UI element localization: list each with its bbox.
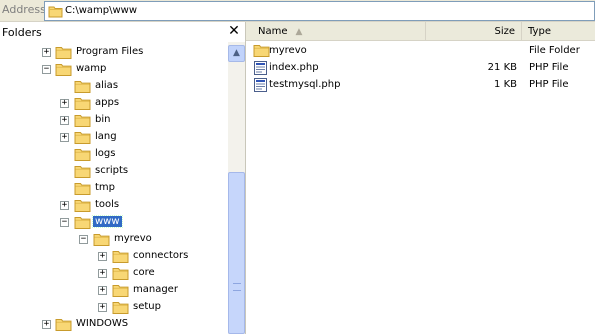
sort-ascending-icon: ▲ bbox=[295, 27, 303, 37]
expand-icon[interactable]: + bbox=[60, 201, 69, 210]
column-name-label: Name bbox=[258, 26, 288, 37]
tree-item[interactable]: + WINDOWS bbox=[0, 316, 228, 333]
tree-item-label: tools bbox=[95, 199, 120, 210]
file-name: myrevo bbox=[269, 45, 307, 56]
expand-icon[interactable]: + bbox=[98, 252, 107, 261]
tree-item-label: bin bbox=[95, 114, 111, 125]
tree-item[interactable]: + Program Files bbox=[0, 44, 228, 61]
expand-icon[interactable]: + bbox=[98, 303, 107, 312]
tree-item[interactable]: logs bbox=[0, 146, 228, 163]
file-size: 21 KB bbox=[487, 62, 517, 73]
column-type-label: Type bbox=[528, 26, 551, 37]
file-type: PHP File bbox=[529, 79, 569, 90]
address-label: Address bbox=[2, 3, 46, 16]
collapse-icon[interactable]: − bbox=[60, 218, 69, 227]
expand-icon[interactable]: + bbox=[60, 99, 69, 108]
folder-icon bbox=[55, 317, 72, 334]
column-type[interactable]: Type bbox=[522, 22, 595, 41]
close-icon[interactable]: ✕ bbox=[226, 22, 242, 40]
tree-item-label: apps bbox=[95, 97, 120, 108]
tree-item-label: myrevo bbox=[114, 233, 152, 244]
scroll-up-button[interactable]: ▲ bbox=[228, 45, 245, 62]
file-name: testmysql.php bbox=[269, 79, 341, 90]
file-list-pane: Name ▲ Size Type myrevo File Folder index.p… bbox=[246, 22, 595, 334]
tree-item-label: www bbox=[92, 215, 123, 228]
expand-icon[interactable]: + bbox=[98, 286, 107, 295]
tree-item-label: manager bbox=[133, 284, 178, 295]
tree-item-label: setup bbox=[133, 301, 161, 312]
expand-icon[interactable]: + bbox=[42, 48, 51, 57]
collapse-icon[interactable]: − bbox=[79, 235, 88, 244]
tree-item[interactable]: − myrevo bbox=[0, 231, 228, 248]
collapse-icon[interactable]: − bbox=[42, 65, 51, 74]
file-type: File Folder bbox=[529, 45, 580, 56]
tree-item-label: wamp bbox=[76, 63, 107, 74]
expand-icon[interactable]: + bbox=[60, 133, 69, 142]
tree-item[interactable]: + tools bbox=[0, 197, 228, 214]
tree-item-label: lang bbox=[95, 131, 117, 142]
folders-title: Folders bbox=[2, 26, 42, 39]
file-size: 1 KB bbox=[494, 79, 517, 90]
tree-item[interactable]: alias bbox=[0, 78, 228, 95]
address-path: C:\wamp\www bbox=[65, 5, 138, 16]
tree-item[interactable]: + bin bbox=[0, 112, 228, 129]
folder-icon bbox=[48, 5, 63, 21]
column-header: Name ▲ Size Type bbox=[246, 22, 595, 41]
file-row[interactable]: index.php 21 KB PHP File bbox=[246, 60, 595, 77]
column-size[interactable]: Size bbox=[426, 22, 522, 41]
tree-item-label: scripts bbox=[95, 165, 129, 176]
expand-icon[interactable]: + bbox=[42, 320, 51, 329]
tree-item[interactable]: + manager bbox=[0, 282, 228, 299]
tree-item[interactable]: − www bbox=[0, 214, 228, 231]
file-type: PHP File bbox=[529, 62, 569, 73]
column-size-label: Size bbox=[494, 26, 515, 37]
folders-header: Folders ✕ bbox=[0, 22, 245, 42]
file-row[interactable]: testmysql.php 1 KB PHP File bbox=[246, 77, 595, 94]
vertical-scrollbar[interactable]: ▲ bbox=[228, 42, 245, 334]
tree-item[interactable]: + lang bbox=[0, 129, 228, 146]
grip-icon bbox=[233, 283, 241, 291]
tree-item-label: core bbox=[133, 267, 155, 278]
tree-item-label: connectors bbox=[133, 250, 189, 261]
file-row[interactable]: myrevo File Folder bbox=[246, 43, 595, 60]
tree-item[interactable]: + setup bbox=[0, 299, 228, 316]
address-input[interactable]: C:\wamp\www bbox=[44, 1, 595, 21]
tree-item[interactable]: − wamp bbox=[0, 61, 228, 78]
scrollbar-thumb[interactable] bbox=[228, 172, 245, 334]
tree-item-label: logs bbox=[95, 148, 116, 159]
php-file-icon bbox=[253, 77, 268, 96]
tree-item-label: WINDOWS bbox=[76, 318, 129, 329]
folders-pane: Folders ✕ + Program Files − wamp alias + apps +… bbox=[0, 22, 246, 334]
expand-icon[interactable]: + bbox=[60, 116, 69, 125]
tree-item[interactable]: tmp bbox=[0, 180, 228, 197]
folder-icon bbox=[253, 43, 270, 61]
column-name[interactable]: Name ▲ bbox=[252, 22, 426, 41]
folder-tree: + Program Files − wamp alias + apps + bin + lang lo… bbox=[0, 42, 228, 334]
address-bar: Address C:\wamp\www bbox=[0, 0, 595, 22]
file-name: index.php bbox=[269, 62, 319, 73]
tree-item[interactable]: scripts bbox=[0, 163, 228, 180]
tree-item[interactable]: + connectors bbox=[0, 248, 228, 265]
tree-item[interactable]: + core bbox=[0, 265, 228, 282]
expand-icon[interactable]: + bbox=[98, 269, 107, 278]
tree-item[interactable]: + apps bbox=[0, 95, 228, 112]
tree-item-label: alias bbox=[95, 80, 119, 91]
tree-item-label: Program Files bbox=[76, 46, 144, 57]
tree-item-label: tmp bbox=[95, 182, 116, 193]
